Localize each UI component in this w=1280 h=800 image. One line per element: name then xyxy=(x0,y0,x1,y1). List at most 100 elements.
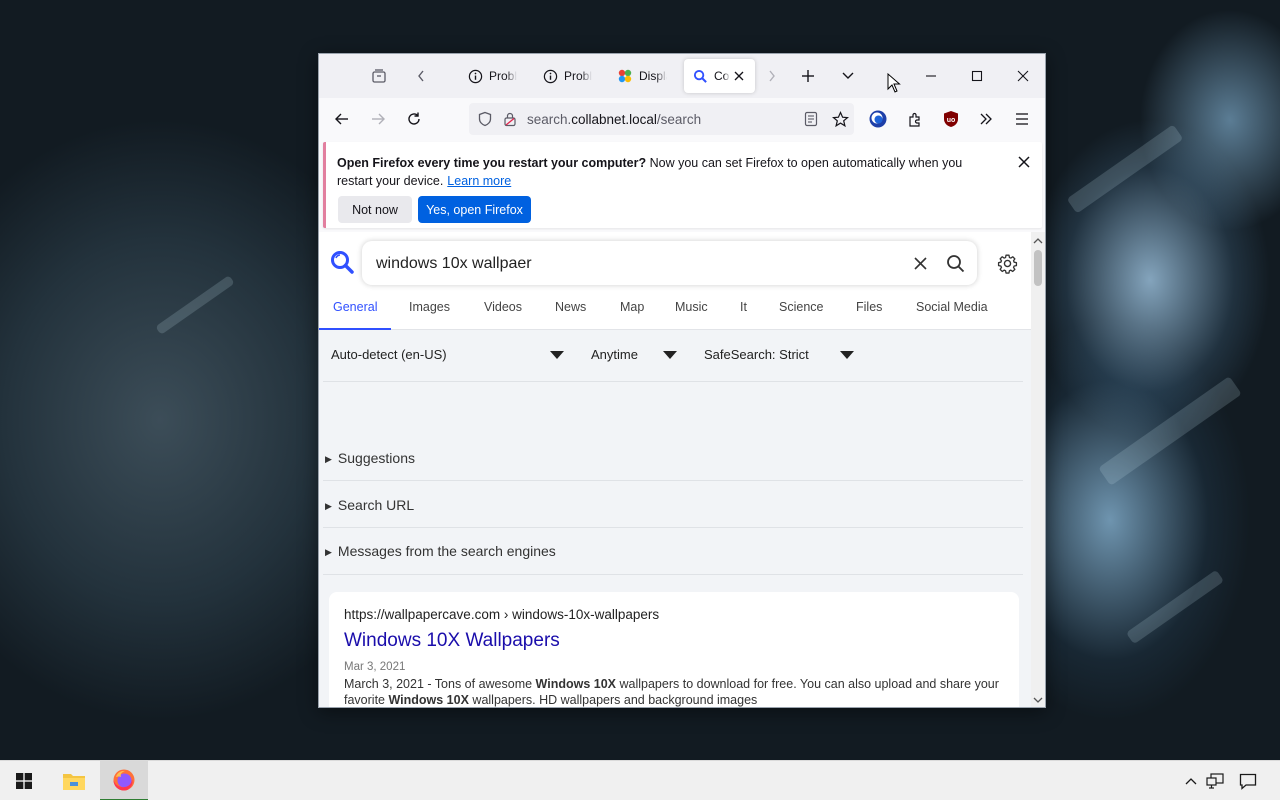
divider xyxy=(323,574,1023,575)
settings-gear-icon[interactable] xyxy=(995,251,1019,275)
maximize-button[interactable] xyxy=(963,62,991,90)
ublock-origin-icon[interactable]: uo xyxy=(940,108,962,130)
scrollbar-thumb[interactable] xyxy=(1034,250,1042,286)
extensions-puzzle-icon[interactable] xyxy=(904,108,926,130)
tab-problem-1[interactable]: Problem xyxy=(459,59,529,93)
result-title-link[interactable]: Windows 10X Wallpapers xyxy=(344,630,560,652)
clear-search-icon[interactable] xyxy=(910,253,930,273)
tab-news[interactable]: News xyxy=(555,292,586,330)
taskbar xyxy=(0,760,1280,800)
hamburger-menu-icon[interactable] xyxy=(1011,108,1033,130)
divider xyxy=(323,527,1023,528)
tab-bar: Problem Problem Display Collabnet xyxy=(319,54,1045,98)
result-snippet: March 3, 2021 - Tons of awesome Windows … xyxy=(344,676,1009,707)
list-all-tabs-icon[interactable] xyxy=(838,66,858,86)
snippet-part: March 3, 2021 - Tons of awesome xyxy=(344,677,536,691)
result-url-host: https://wallpapercave.com xyxy=(344,607,501,622)
result-date: Mar 3, 2021 xyxy=(344,661,406,673)
back-icon[interactable] xyxy=(331,108,353,130)
reload-icon[interactable] xyxy=(403,108,425,130)
tab-map[interactable]: Map xyxy=(620,292,644,330)
suggestions-toggle[interactable]: ▶ Suggestions xyxy=(325,450,415,466)
close-notification-icon[interactable] xyxy=(1014,152,1034,172)
tab-social-media[interactable]: Social Media xyxy=(916,292,988,330)
scroll-up-arrow-icon[interactable] xyxy=(1033,235,1043,245)
url-prefix: search. xyxy=(527,111,572,127)
file-explorer-button[interactable] xyxy=(50,761,98,800)
minimize-button[interactable] xyxy=(917,62,945,90)
learn-more-link[interactable]: Learn more xyxy=(447,174,511,188)
result-url[interactable]: https://wallpapercave.com › windows-10x-… xyxy=(344,607,659,622)
divider xyxy=(323,480,1023,481)
tab-science[interactable]: Science xyxy=(779,292,823,330)
tab-label: Display xyxy=(639,69,667,83)
safesearch-dropdown-arrow-icon[interactable] xyxy=(840,351,854,359)
language-dropdown-arrow-icon[interactable] xyxy=(550,351,564,359)
action-center-notification-icon[interactable] xyxy=(1238,771,1258,791)
url-path: /search xyxy=(656,111,702,127)
start-button[interactable] xyxy=(0,761,48,800)
reader-view-icon[interactable] xyxy=(800,108,822,130)
close-window-button[interactable] xyxy=(1009,62,1037,90)
bookmark-star-icon[interactable] xyxy=(829,108,851,130)
show-hidden-icons-chevron-icon[interactable] xyxy=(1181,771,1201,791)
info-icon xyxy=(467,68,483,84)
expand-triangle-icon: ▶ xyxy=(325,454,332,464)
forward-icon[interactable] xyxy=(367,108,389,130)
tab-problem-2[interactable]: Problem xyxy=(534,59,604,93)
tracking-protection-shield-icon[interactable] xyxy=(477,111,493,127)
url-text: search.collabnet.local/search xyxy=(527,112,701,127)
new-tab-icon[interactable] xyxy=(798,66,818,86)
yes-open-firefox-button[interactable]: Yes, open Firefox xyxy=(418,196,531,223)
network-icon[interactable] xyxy=(1205,771,1225,791)
time-dropdown-arrow-icon[interactable] xyxy=(663,351,677,359)
info-icon xyxy=(542,68,558,84)
url-bar[interactable]: search.collabnet.local/search xyxy=(469,103,854,135)
result-url-path: › windows-10x-wallpapers xyxy=(500,607,660,622)
scroll-tabs-right-icon[interactable] xyxy=(762,66,782,86)
suggestions-label: Suggestions xyxy=(337,450,415,466)
engine-messages-toggle[interactable]: ▶ Messages from the search engines xyxy=(325,543,556,559)
time-range-select[interactable]: Anytime xyxy=(591,347,638,362)
url-domain: collabnet.local xyxy=(571,111,657,127)
close-tab-icon[interactable] xyxy=(734,71,744,81)
tab-general[interactable]: General xyxy=(319,292,391,330)
firefox-taskbar-button[interactable] xyxy=(100,761,148,800)
searxng-logo-icon[interactable] xyxy=(329,249,355,275)
scroll-down-arrow-icon[interactable] xyxy=(1033,695,1043,705)
tab-files[interactable]: Files xyxy=(856,292,882,330)
tab-display[interactable]: Display xyxy=(609,59,679,93)
tab-label: Problem xyxy=(564,69,592,83)
container-globe-icon[interactable] xyxy=(867,108,889,130)
snippet-part: wallpapers. HD wallpapers and background… xyxy=(468,693,758,707)
notification-bold-text: Open Firefox every time you restart your… xyxy=(337,156,647,170)
colorful-flower-icon xyxy=(617,68,633,84)
search-url-label: Search URL xyxy=(337,497,415,513)
vertical-scrollbar[interactable] xyxy=(1031,232,1045,707)
category-tabs: General Images Videos News Map Music It … xyxy=(319,292,1031,330)
snippet-highlight: Windows 10X xyxy=(388,693,469,707)
search-submit-icon[interactable] xyxy=(944,252,966,274)
search-icon xyxy=(692,68,708,84)
page-content: General Images Videos News Map Music It … xyxy=(319,232,1031,707)
tab-label: Collabnet xyxy=(714,69,730,83)
tab-manager-icon[interactable] xyxy=(369,66,389,86)
folder-icon xyxy=(62,771,86,791)
language-select[interactable]: Auto-detect (en-US) xyxy=(331,347,447,362)
mouse-cursor-icon xyxy=(887,72,901,93)
firefox-icon xyxy=(112,768,136,792)
search-url-toggle[interactable]: ▶ Search URL xyxy=(325,497,414,513)
safesearch-select[interactable]: SafeSearch: Strict xyxy=(704,347,809,362)
tab-music[interactable]: Music xyxy=(675,292,708,330)
tab-it[interactable]: It xyxy=(740,292,747,330)
more-tools-chevron-icon[interactable] xyxy=(975,108,997,130)
scroll-tabs-left-icon[interactable] xyxy=(411,66,431,86)
not-now-button[interactable]: Not now xyxy=(338,196,412,223)
search-header: General Images Videos News Map Music It … xyxy=(319,232,1031,330)
tab-videos[interactable]: Videos xyxy=(484,292,522,330)
divider xyxy=(323,381,1023,382)
tab-collabnet-active[interactable]: Collabnet xyxy=(684,59,755,93)
page-info-lock-icon[interactable] xyxy=(503,111,517,127)
tab-images[interactable]: Images xyxy=(409,292,450,330)
search-input[interactable] xyxy=(376,253,896,275)
